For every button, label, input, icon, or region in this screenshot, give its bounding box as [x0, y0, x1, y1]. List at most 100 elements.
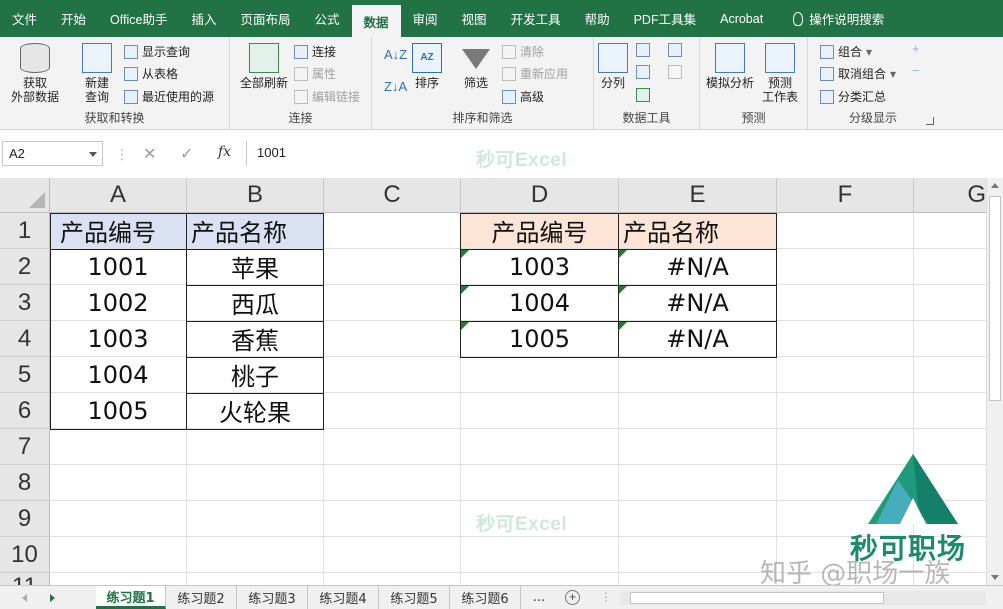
- new-query-button[interactable]: 新建 查询: [72, 43, 122, 104]
- previous-sheet-icon[interactable]: [22, 594, 27, 602]
- subtotal-button[interactable]: 分类汇总: [820, 88, 886, 105]
- name-box[interactable]: A2: [2, 141, 103, 166]
- row-header-3[interactable]: 3: [0, 285, 50, 321]
- tab-view[interactable]: 视图: [450, 0, 499, 37]
- sheet-tab-1[interactable]: 练习题1: [96, 586, 166, 609]
- filter-button[interactable]: 筛选: [458, 43, 494, 90]
- tab-formulas[interactable]: 公式: [303, 0, 352, 37]
- forecast-sheet-button[interactable]: 预测 工作表: [758, 43, 802, 104]
- cell-f6[interactable]: [777, 393, 914, 429]
- column-header-e[interactable]: E: [619, 178, 777, 213]
- tab-file[interactable]: 文件: [0, 0, 49, 37]
- cell-a3[interactable]: 1002: [50, 285, 187, 321]
- ungroup-button[interactable]: 取消组合 ▾: [820, 65, 896, 82]
- tab-acrobat[interactable]: Acrobat: [708, 0, 775, 37]
- column-header-d[interactable]: D: [461, 178, 619, 213]
- cell-d6[interactable]: [461, 393, 619, 429]
- data-validation-icon[interactable]: [636, 88, 650, 102]
- row-header-6[interactable]: 6: [0, 393, 50, 429]
- column-header-b[interactable]: B: [187, 178, 324, 213]
- consolidate-icon[interactable]: [668, 43, 682, 57]
- remove-duplicates-icon[interactable]: [636, 65, 650, 79]
- cell-a5[interactable]: 1004: [50, 357, 187, 393]
- cell-d7[interactable]: [461, 429, 619, 465]
- cell-d3[interactable]: 1004: [461, 285, 619, 321]
- cell-c3[interactable]: [324, 285, 461, 321]
- cell-g3[interactable]: [914, 285, 986, 321]
- tab-insert[interactable]: 插入: [179, 0, 228, 37]
- connections-button[interactable]: 连接: [294, 43, 336, 60]
- sheet-tab-6[interactable]: 练习题6: [450, 586, 521, 609]
- tab-page-layout[interactable]: 页面布局: [228, 0, 302, 37]
- cell-c2[interactable]: [324, 249, 461, 285]
- horizontal-scroll-thumb[interactable]: [630, 592, 884, 604]
- tab-review[interactable]: 审阅: [401, 0, 450, 37]
- cell-a11[interactable]: [50, 573, 187, 585]
- what-if-analysis-button[interactable]: 模拟分析: [704, 43, 756, 90]
- row-header-4[interactable]: 4: [0, 321, 50, 357]
- row-header-7[interactable]: 7: [0, 429, 50, 465]
- row-header-9[interactable]: 9: [0, 501, 50, 537]
- cell-e1[interactable]: 产品名称: [619, 213, 777, 249]
- next-sheet-icon[interactable]: [50, 594, 55, 602]
- cell-a1[interactable]: 产品编号: [50, 213, 187, 249]
- group-rows-button[interactable]: 组合 ▾: [820, 43, 872, 60]
- cell-e8[interactable]: [619, 465, 777, 501]
- cell-e3[interactable]: #N/A: [619, 285, 777, 321]
- cell-d8[interactable]: [461, 465, 619, 501]
- cell-d10[interactable]: [461, 537, 619, 573]
- cell-e9[interactable]: [619, 501, 777, 537]
- show-queries-button[interactable]: 显示查询: [124, 43, 190, 60]
- cell-d1[interactable]: 产品编号: [461, 213, 619, 249]
- sort-descending-button[interactable]: Z↓A: [384, 79, 407, 94]
- tab-home[interactable]: 开始: [49, 0, 98, 37]
- relationships-icon[interactable]: [668, 65, 682, 79]
- formula-input[interactable]: 1001: [246, 141, 1003, 166]
- cell-d11[interactable]: [461, 573, 619, 585]
- cancel-icon[interactable]: ✕: [143, 144, 156, 164]
- cell-b8[interactable]: [187, 465, 324, 501]
- flash-fill-icon[interactable]: [636, 43, 650, 57]
- cell-c10[interactable]: [324, 537, 461, 573]
- from-table-button[interactable]: 从表格: [124, 65, 178, 82]
- cell-f4[interactable]: [777, 321, 914, 357]
- cell-e4[interactable]: #N/A: [619, 321, 777, 357]
- cell-e5[interactable]: [619, 357, 777, 393]
- cell-b9[interactable]: [187, 501, 324, 537]
- sheet-tab-3[interactable]: 练习题3: [237, 586, 308, 609]
- edit-links-button[interactable]: 编辑链接: [294, 88, 360, 105]
- cell-f1[interactable]: [777, 213, 914, 249]
- row-header-11[interactable]: 11: [0, 573, 50, 585]
- refresh-all-button[interactable]: 全部刷新: [236, 43, 292, 90]
- cell-b7[interactable]: [187, 429, 324, 465]
- properties-button[interactable]: 属性: [294, 65, 336, 82]
- cell-e6[interactable]: [619, 393, 777, 429]
- cell-b10[interactable]: [187, 537, 324, 573]
- cell-c11[interactable]: [324, 573, 461, 585]
- tab-office-assistant[interactable]: Office助手: [98, 0, 179, 37]
- select-all-corner[interactable]: [0, 178, 50, 213]
- dialog-launcher-icon[interactable]: [926, 117, 934, 125]
- sort-button[interactable]: AZ 排序: [410, 43, 444, 90]
- cell-c6[interactable]: [324, 393, 461, 429]
- sheet-tab-4[interactable]: 练习题4: [308, 586, 379, 609]
- row-header-1[interactable]: 1: [0, 213, 50, 249]
- cell-b4[interactable]: 香蕉: [187, 321, 324, 357]
- cell-g6[interactable]: [914, 393, 986, 429]
- cell-c5[interactable]: [324, 357, 461, 393]
- cell-f5[interactable]: [777, 357, 914, 393]
- cell-b1[interactable]: 产品名称: [187, 213, 324, 249]
- add-sheet-icon[interactable]: +: [565, 590, 580, 605]
- cell-d5[interactable]: [461, 357, 619, 393]
- column-header-a[interactable]: A: [50, 178, 187, 213]
- tab-data[interactable]: 数据: [351, 5, 401, 37]
- scroll-up-icon[interactable]: [991, 183, 999, 188]
- cell-a10[interactable]: [50, 537, 187, 573]
- tab-developer[interactable]: 开发工具: [499, 0, 573, 37]
- row-header-5[interactable]: 5: [0, 357, 50, 393]
- more-sheets-button[interactable]: ...: [521, 586, 557, 609]
- cell-b5[interactable]: 桃子: [187, 357, 324, 393]
- cell-d4[interactable]: 1005: [461, 321, 619, 357]
- row-header-2[interactable]: 2: [0, 249, 50, 285]
- cell-a8[interactable]: [50, 465, 187, 501]
